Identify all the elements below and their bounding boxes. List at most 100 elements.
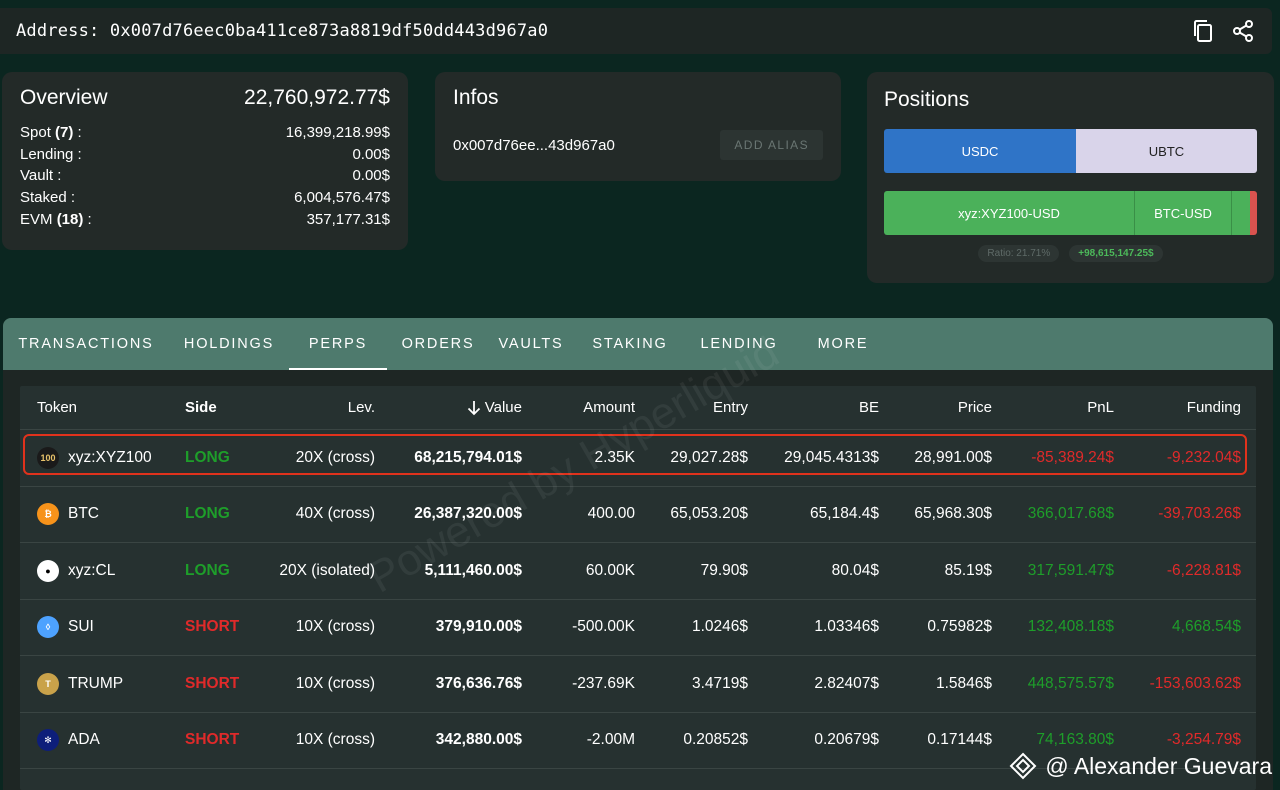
share-icon[interactable] [1230, 18, 1256, 44]
infos-card: Infos 0x007d76ee...43d967a0 ADD ALIAS [435, 72, 841, 181]
segment-ubtc[interactable]: UBTC [1076, 129, 1257, 173]
overview-row: EVM (18) : 357,177.31$ [20, 209, 390, 231]
cell-pnl: 317,591.47$ [1027, 561, 1114, 579]
oil-drop-icon: ● [37, 559, 59, 582]
xyz100-icon: 100 [37, 446, 59, 469]
add-alias-button[interactable]: ADD ALIAS [720, 130, 823, 160]
address-bar: Address: 0x007d76eec0ba411ce873a8819df50… [0, 8, 1272, 54]
overview-row: Staked : 6,004,576.47$ [20, 187, 390, 209]
row-label-text: Staked : [20, 189, 76, 207]
header-funding[interactable]: Funding [1114, 399, 1241, 416]
row-label-text: Vault : [20, 167, 62, 185]
cell-entry: 79.90$ [700, 561, 748, 579]
cell-side: LONG [185, 448, 230, 466]
cell-lev: 10X (cross) [295, 731, 375, 749]
header-amount[interactable]: Amount [522, 399, 635, 416]
token-name: xyz:XYZ100 [68, 448, 152, 466]
overview-row-label: EVM (18) : [20, 209, 92, 231]
cell-be: 80.04$ [831, 561, 879, 579]
header-lev[interactable]: Lev. [260, 399, 375, 416]
cardano-icon: ✻ [37, 729, 59, 752]
segment-btc[interactable]: BTC-USD [1135, 191, 1232, 235]
cell-token: ● xyz:CL [20, 559, 170, 582]
tab-orders[interactable]: ORDERS [387, 318, 489, 370]
overview-row-value: 357,177.31$ [306, 210, 390, 228]
header-pnl[interactable]: PnL [992, 399, 1114, 416]
arrow-down-icon [467, 400, 480, 415]
header-be[interactable]: BE [748, 399, 879, 416]
tab-transactions[interactable]: TRANSACTIONS [3, 318, 169, 370]
cell-funding: -153,603.62$ [1149, 674, 1241, 692]
overview-row-value: 0.00$ [352, 167, 390, 185]
header-value[interactable]: Value [375, 399, 522, 416]
address-text: Address: 0x007d76eec0ba411ce873a8819df50… [16, 21, 549, 41]
tab-holdings[interactable]: HOLDINGS [169, 318, 289, 370]
table-row[interactable]: 100 xyz:XYZ100 LONG 20X (cross) 68,215,794.0… [20, 430, 1256, 487]
cell-pnl: -85,389.24$ [1031, 448, 1114, 466]
overview-row-label: Staked : [20, 187, 75, 209]
token-name: SUI [68, 618, 94, 636]
cell-funding: -6,228.81$ [1166, 561, 1241, 579]
tab-vaults[interactable]: VAULTS [489, 318, 573, 370]
row-count: (18) [56, 210, 84, 228]
cell-price: 1.5846$ [935, 674, 992, 692]
header-entry[interactable]: Entry [635, 399, 748, 416]
cell-pnl: 74,163.80$ [1036, 731, 1114, 749]
cell-pnl: 132,408.18$ [1027, 618, 1114, 636]
table-header: Token Side Lev. Value Amount Entry BE Pr… [20, 386, 1256, 430]
overview-row-label: Vault : [20, 165, 61, 187]
perps-table: Token Side Lev. Value Amount Entry BE Pr… [20, 386, 1256, 790]
cell-amount: -237.69K [572, 674, 635, 692]
header-value-label: Value [484, 399, 522, 416]
row-count: (7) [55, 124, 74, 141]
cell-token: ₿ BTC [20, 503, 170, 526]
cell-pnl: 448,575.57$ [1027, 674, 1114, 692]
cell-be: 0.20679$ [814, 731, 879, 749]
table-body: 100 xyz:XYZ100 LONG 20X (cross) 68,215,794.0… [20, 430, 1256, 769]
header-side[interactable]: Side [170, 399, 260, 416]
sui-icon: ◊ [37, 616, 59, 639]
cell-funding: -9,232.04$ [1166, 448, 1241, 466]
overview-row-label: Lending : [20, 144, 82, 166]
segment-usdc[interactable]: USDC [884, 129, 1076, 173]
table-row[interactable]: T TRUMP SHORT 10X (cross) 376,636.76$ -237.69… [20, 656, 1256, 713]
tab-lending[interactable]: LENDING [687, 318, 791, 370]
cell-be: 29,045.4313$ [784, 448, 879, 466]
row-label-text: Spot [20, 124, 51, 141]
table-row[interactable]: ₿ BTC LONG 40X (cross) 26,387,320.00$ 400.00 6… [20, 487, 1256, 543]
ratio-badge: Ratio: 21.71% [978, 245, 1060, 262]
table-row[interactable]: ◊ SUI SHORT 10X (cross) 379,910.00$ -500.00K 1… [20, 600, 1256, 656]
header-price[interactable]: Price [879, 399, 992, 416]
token-name: TRUMP [68, 674, 124, 692]
segment-other-long[interactable] [1232, 191, 1250, 235]
token-name: ADA [68, 731, 100, 749]
overview-title: Overview [20, 86, 108, 109]
overview-total: 22,760,972.77$ [244, 86, 390, 109]
cell-token: 100 xyz:XYZ100 [20, 446, 170, 469]
cell-lev: 20X (isolated) [279, 561, 375, 579]
cell-entry: 29,027.28$ [670, 448, 748, 466]
overview-card: Overview 22,760,972.77$ Spot (7) : 16,399… [2, 72, 408, 250]
cell-value: 376,636.76$ [435, 674, 522, 692]
tab-staking[interactable]: STAKING [573, 318, 687, 370]
cell-be: 2.82407$ [814, 674, 879, 692]
tab-more[interactable]: MORE [791, 318, 895, 370]
cell-entry: 65,053.20$ [670, 505, 748, 523]
pnl-badge: +98,615,147.25$ [1069, 245, 1163, 262]
header-token[interactable]: Token [20, 399, 170, 416]
credit-text: @ Alexander Guevara [1045, 752, 1272, 779]
tabs-panel: TRANSACTIONS HOLDINGS PERPS ORDERS VAULTS STA… [3, 318, 1273, 790]
segment-xyz100[interactable]: xyz:XYZ100-USD [884, 191, 1135, 235]
segment-short[interactable] [1250, 191, 1257, 235]
token-name: xyz:CL [68, 561, 116, 579]
row-suffix: : [73, 124, 82, 141]
copy-icon[interactable] [1190, 18, 1216, 44]
cell-price: 85.19$ [944, 561, 992, 579]
row-label-text: Lending : [20, 145, 82, 163]
overview-row-value: 16,399,218.99$ [285, 124, 390, 141]
cell-value: 5,111,460.00$ [424, 561, 522, 579]
table-row[interactable]: ● xyz:CL LONG 20X (isolated) 5,111,460.00$ 60… [20, 543, 1256, 600]
cell-funding: 4,668.54$ [1172, 618, 1241, 636]
tab-perps[interactable]: PERPS [289, 318, 387, 370]
cell-funding: -39,703.26$ [1158, 505, 1241, 523]
